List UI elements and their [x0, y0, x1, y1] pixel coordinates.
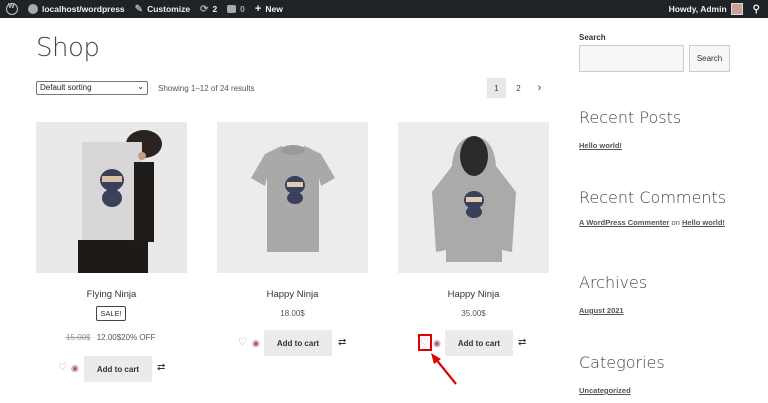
- site-name-menu[interactable]: localhost/wordpress: [23, 0, 130, 18]
- comments-count: 0: [240, 4, 245, 14]
- greeting: Howdy, Admin: [668, 4, 727, 14]
- wordpress-logo-menu[interactable]: [0, 0, 23, 18]
- comment-icon: [227, 5, 237, 13]
- recent-comment-item: A WordPress Commenter on Hello world!: [579, 218, 729, 228]
- quick-view-eye-icon[interactable]: ◉: [252, 338, 260, 349]
- customize-label: Customize: [147, 4, 191, 14]
- product-name[interactable]: Flying Ninja: [36, 289, 187, 300]
- discount-label: 20% OFF: [121, 333, 156, 342]
- product-image-flying-ninja[interactable]: [36, 122, 187, 273]
- site-name: localhost/wordpress: [42, 4, 125, 14]
- result-count: Showing 1–12 of 24 results: [158, 84, 255, 93]
- product-price-row: 15.00$ 12.00$20% OFF: [66, 333, 155, 342]
- page-2-link[interactable]: 2: [509, 78, 528, 98]
- next-page-link[interactable]: ›: [530, 78, 549, 98]
- sorting-selected: Default sorting: [40, 83, 92, 92]
- page-1-current: 1: [487, 78, 506, 98]
- sale-price: 12.00$: [96, 333, 122, 342]
- admin-bar: localhost/wordpress ✎ Customize ⟳ 2 0 + …: [0, 0, 768, 18]
- updates-icon: ⟳: [200, 3, 209, 15]
- admin-search[interactable]: ⚲: [748, 0, 768, 18]
- category-link[interactable]: Uncategorized: [579, 386, 631, 395]
- compare-icon[interactable]: ⇄: [157, 362, 165, 373]
- comment-author-link[interactable]: A WordPress Commenter: [579, 218, 669, 227]
- product-image-happy-ninja-tshirt[interactable]: [217, 122, 368, 273]
- product-image-happy-ninja-hoodie[interactable]: [398, 122, 549, 273]
- comment-post-link[interactable]: Hello world!: [682, 218, 725, 227]
- comment-on-text: on: [671, 218, 680, 227]
- compare-icon[interactable]: ⇄: [518, 337, 526, 348]
- updates-link[interactable]: ⟳ 2: [195, 0, 222, 18]
- recent-comments-heading: Recent Comments: [579, 188, 727, 207]
- page-title: Shop: [36, 33, 100, 63]
- add-to-cart-button[interactable]: Add to cart: [264, 330, 332, 356]
- sale-badge: SALE!: [96, 306, 126, 321]
- customize-link[interactable]: ✎ Customize: [130, 0, 195, 18]
- search-icon: ⚲: [752, 3, 760, 15]
- avatar: [730, 3, 743, 15]
- new-label: New: [265, 4, 283, 14]
- plus-icon: +: [254, 3, 262, 15]
- search-input[interactable]: [579, 45, 684, 72]
- compare-icon[interactable]: ⇄: [338, 337, 346, 348]
- wishlist-heart-icon[interactable]: ♡: [238, 337, 247, 348]
- product-price: 35.00$: [461, 309, 486, 318]
- old-price: 15.00$: [66, 333, 91, 342]
- home-icon: [28, 4, 38, 14]
- annotation-arrow: [431, 353, 457, 385]
- comments-link[interactable]: 0: [222, 0, 250, 18]
- archives-heading: Archives: [579, 273, 648, 292]
- archive-link[interactable]: August 2021: [579, 306, 624, 315]
- account-menu[interactable]: Howdy, Admin: [664, 0, 748, 18]
- new-content-menu[interactable]: + New: [250, 0, 288, 18]
- product-name[interactable]: Happy Ninja: [398, 289, 549, 300]
- categories-heading: Categories: [579, 353, 665, 372]
- product-price: 18.00$: [280, 309, 305, 318]
- sorting-select[interactable]: Default sorting ⌄: [36, 81, 148, 95]
- quick-view-eye-icon[interactable]: ◉: [433, 338, 441, 349]
- wordpress-logo-icon: [6, 3, 18, 15]
- search-button[interactable]: Search: [689, 45, 730, 72]
- brush-icon: ✎: [134, 3, 144, 15]
- updates-count: 2: [212, 4, 218, 14]
- add-to-cart-button[interactable]: Add to cart: [84, 356, 152, 382]
- recent-post-link[interactable]: Hello world!: [579, 141, 622, 150]
- wishlist-heart-icon[interactable]: ♡: [420, 337, 429, 348]
- recent-posts-heading: Recent Posts: [579, 108, 682, 127]
- product-name[interactable]: Happy Ninja: [217, 289, 368, 300]
- search-label: Search: [579, 33, 606, 42]
- wishlist-heart-icon[interactable]: ♡: [58, 362, 67, 373]
- chevron-down-icon: ⌄: [137, 82, 144, 91]
- quick-view-eye-icon[interactable]: ◉: [71, 363, 79, 374]
